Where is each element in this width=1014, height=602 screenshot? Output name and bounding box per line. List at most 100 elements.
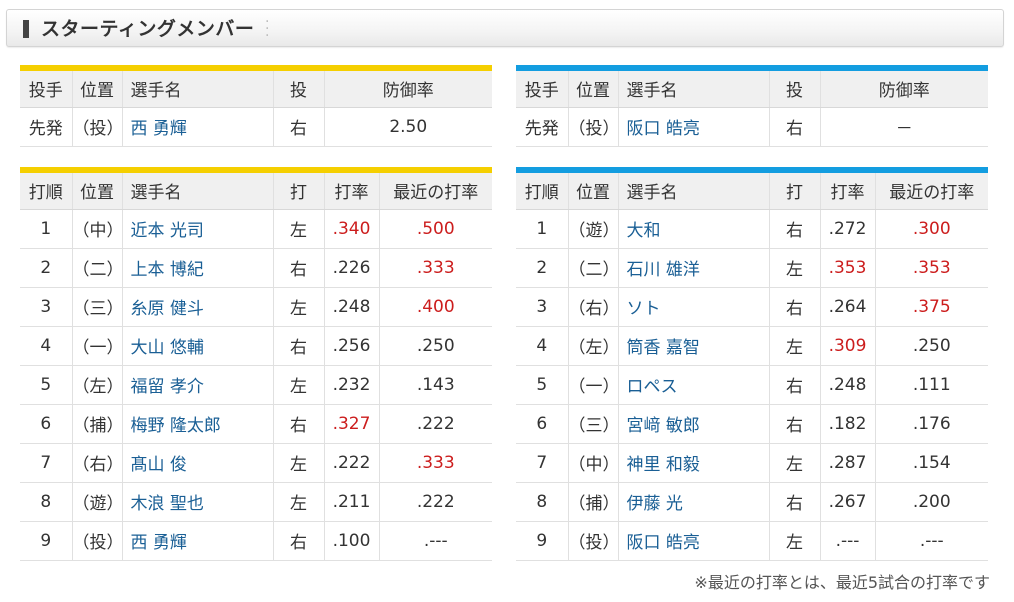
player-recent-avg: .154 [874, 443, 988, 483]
pitcher-name-link[interactable]: 西 勇輝 [121, 107, 273, 147]
table-row: 2 （二） 上本 博紀右 .226.333 [20, 248, 492, 288]
player-name-link[interactable]: 石川 雄洋 [617, 248, 769, 288]
batting-order: 5 [516, 365, 568, 405]
player-recent-avg: .375 [874, 287, 988, 327]
player-bats: 左 [768, 248, 820, 288]
batting-order: 3 [516, 287, 568, 327]
player-name-link[interactable]: 木浪 聖也 [121, 482, 273, 522]
player-avg: .248 [323, 287, 379, 327]
batting-order: 7 [20, 443, 72, 483]
table-row: 2 （二） 石川 雄洋左 .353.353 [516, 248, 988, 288]
player-recent-avg: .500 [378, 209, 492, 249]
batting-order: 4 [516, 326, 568, 366]
player-bats: 右 [272, 326, 324, 366]
batting-order: 3 [20, 287, 72, 327]
player-recent-avg: .300 [874, 209, 988, 249]
pitcher-throws: 右 [272, 107, 324, 147]
batting-order: 1 [20, 209, 72, 249]
player-avg: .100 [323, 521, 379, 561]
player-name-link[interactable]: 大山 悠輔 [121, 326, 273, 366]
player-bats: 右 [272, 521, 324, 561]
player-name-link[interactable]: 神里 和毅 [617, 443, 769, 483]
col-header-recent-avg: 最近の打率 [874, 170, 988, 210]
table-row: 5 （左） 福留 孝介左 .232.143 [20, 365, 492, 405]
table-row: 1 （遊） 大和右 .272.300 [516, 209, 988, 249]
home-pitcher-table: 投手 位置 選手名 投 防御率 先発 （投） 西 勇輝 右 2.50 [20, 65, 492, 147]
player-recent-avg: .200 [874, 482, 988, 522]
table-row: 先発 （投） 阪口 皓亮 右 － [516, 107, 988, 147]
batting-order: 8 [20, 482, 72, 522]
col-header-position: 位置 [71, 170, 122, 210]
col-header-avg: 打率 [819, 170, 875, 210]
pitcher-position: （投） [71, 107, 122, 147]
player-name-link[interactable]: 梅野 隆太郎 [121, 404, 273, 444]
player-name-link[interactable]: 阪口 皓亮 [617, 521, 769, 561]
player-position: （左） [567, 326, 618, 366]
player-name-link[interactable]: 髙山 俊 [121, 443, 273, 483]
player-position: （中） [567, 443, 618, 483]
player-position: （右） [567, 287, 618, 327]
player-bats: 左 [272, 209, 324, 249]
player-bats: 右 [768, 287, 820, 327]
player-avg: .267 [819, 482, 875, 522]
player-name-link[interactable]: 筒香 嘉智 [617, 326, 769, 366]
player-position: （遊） [71, 482, 122, 522]
col-header-era: 防御率 [819, 68, 988, 108]
table-row: 5 （一） ロペス右 .248.111 [516, 365, 988, 405]
col-header-player-name: 選手名 [617, 170, 769, 210]
player-bats: 右 [272, 404, 324, 444]
player-avg: .248 [819, 365, 875, 405]
col-header-position: 位置 [567, 68, 618, 108]
col-header-player-name: 選手名 [617, 68, 769, 108]
player-recent-avg: .222 [378, 404, 492, 444]
player-name-link[interactable]: 福留 孝介 [121, 365, 273, 405]
player-avg: .--- [819, 521, 875, 561]
pitcher-era: 2.50 [323, 107, 492, 147]
table-row: 4 （一） 大山 悠輔右 .256.250 [20, 326, 492, 366]
pitcher-role: 先発 [20, 107, 72, 147]
player-name-link[interactable]: ロペス [617, 365, 769, 405]
player-recent-avg: .333 [378, 248, 492, 288]
player-name-link[interactable]: 西 勇輝 [121, 521, 273, 561]
player-name-link[interactable]: 宮﨑 敏郎 [617, 404, 769, 444]
pitcher-header-row: 投手 位置 選手名 投 防御率 [516, 68, 988, 108]
player-position: （投） [567, 521, 618, 561]
batting-header-row: 打順 位置 選手名 打 打率 最近の打率 [20, 170, 492, 210]
batting-header-row: 打順 位置 選手名 打 打率 最近の打率 [516, 170, 988, 210]
player-name-link[interactable]: 伊藤 光 [617, 482, 769, 522]
player-name-link[interactable]: 糸原 健斗 [121, 287, 273, 327]
page-title: スターティングメンバー [41, 18, 255, 40]
home-lineup-table: 打順 位置 選手名 打 打率 最近の打率 1 （中） 近本 光司左 .340.500 2… [20, 167, 492, 561]
player-avg: .340 [323, 209, 379, 249]
col-header-pitcher: 投手 [516, 68, 568, 108]
player-bats: 左 [768, 521, 820, 561]
batting-order: 7 [516, 443, 568, 483]
player-bats: 右 [768, 482, 820, 522]
col-header-order: 打順 [20, 170, 72, 210]
table-row: 9 （投） 阪口 皓亮左 .--- .--- [516, 521, 988, 561]
player-name-link[interactable]: 大和 [617, 209, 769, 249]
table-row: 4 （左） 筒香 嘉智左 .309.250 [516, 326, 988, 366]
player-position: （三） [567, 404, 618, 444]
player-position: （遊） [567, 209, 618, 249]
pitcher-header-row: 投手 位置 選手名 投 防御率 [20, 68, 492, 108]
table-row: 8 （捕） 伊藤 光右 .267.200 [516, 482, 988, 522]
table-row: 6 （三） 宮﨑 敏郎右 .182.176 [516, 404, 988, 444]
section-header: スターティングメンバー · · · [6, 9, 1004, 47]
player-name-link[interactable]: ソト [617, 287, 769, 327]
away-pitcher-table: 投手 位置 選手名 投 防御率 先発 （投） 阪口 皓亮 右 － [516, 65, 988, 147]
player-position: （投） [71, 521, 122, 561]
player-recent-avg: .333 [378, 443, 492, 483]
pitcher-name-link[interactable]: 阪口 皓亮 [617, 107, 769, 147]
player-avg: .353 [819, 248, 875, 288]
table-row: 9 （投）西 勇輝右 .100 .--- [20, 521, 492, 561]
player-bats: 左 [768, 326, 820, 366]
pitcher-throws: 右 [768, 107, 820, 147]
player-name-link[interactable]: 上本 博紀 [121, 248, 273, 288]
player-recent-avg: .400 [378, 287, 492, 327]
player-avg: .226 [323, 248, 379, 288]
player-position: （捕） [567, 482, 618, 522]
player-name-link[interactable]: 近本 光司 [121, 209, 273, 249]
table-row: 3 （右） ソト右 .264.375 [516, 287, 988, 327]
player-recent-avg: .--- [874, 521, 988, 561]
